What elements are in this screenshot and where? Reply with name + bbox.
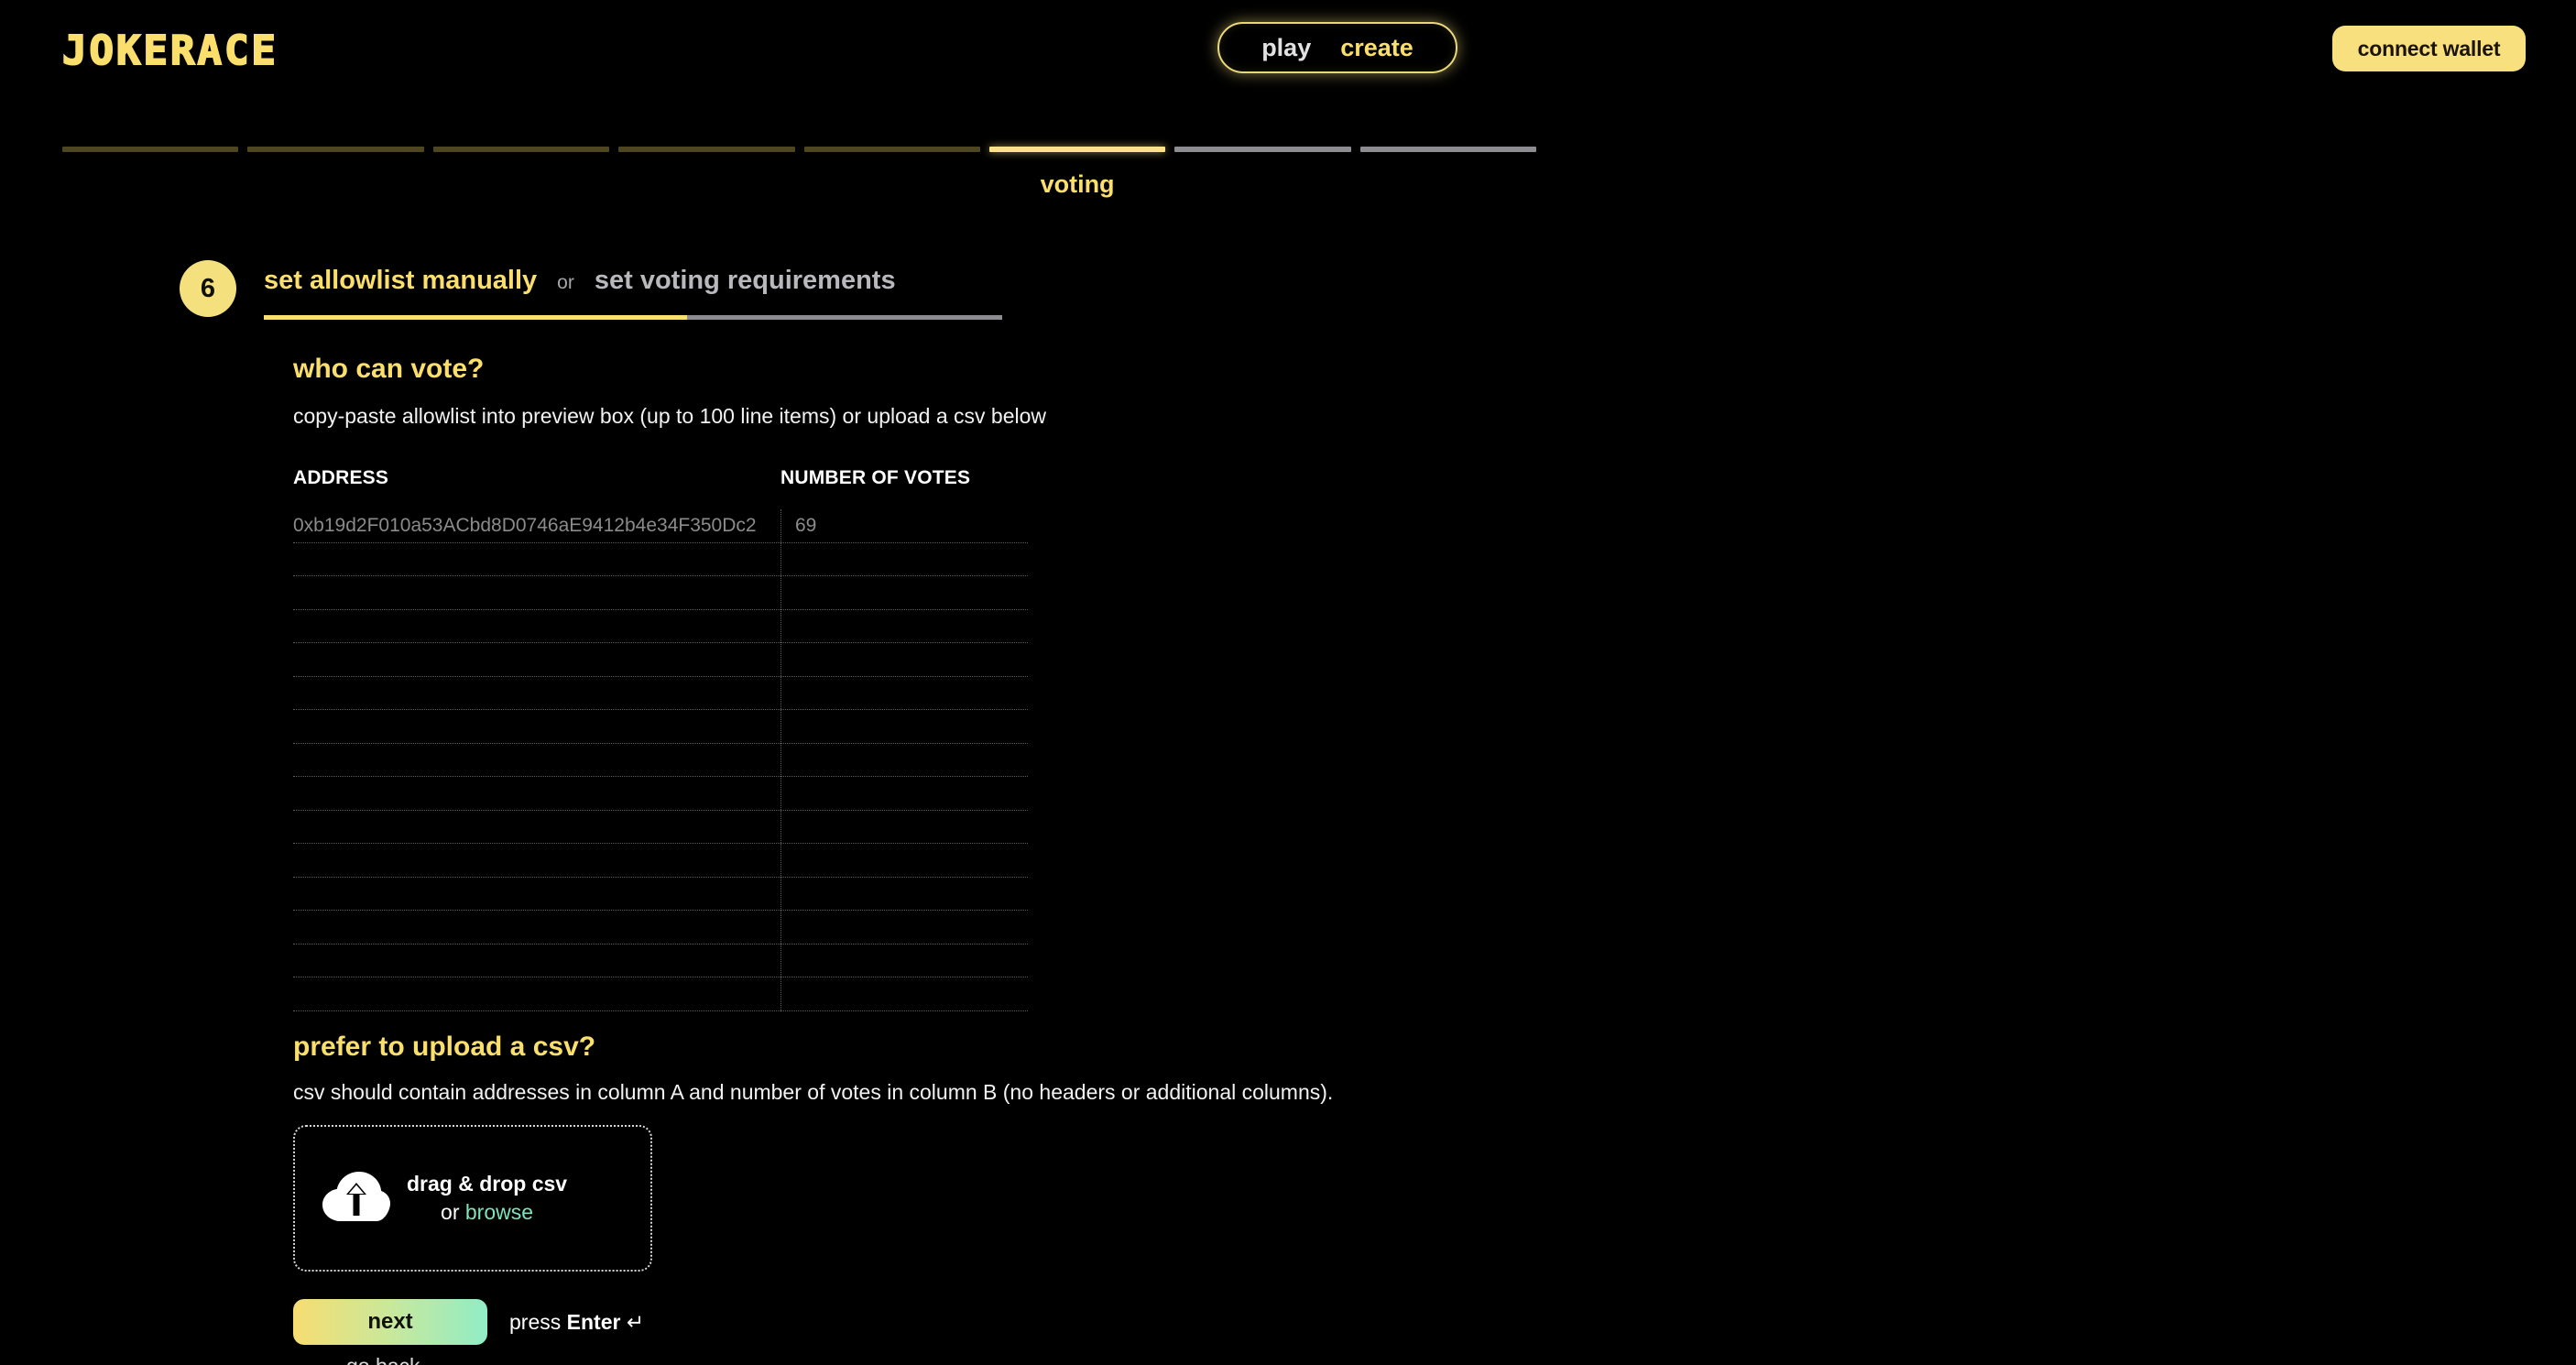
cell-address[interactable]	[293, 744, 780, 777]
csv-upload-section: prefer to upload a csv? csv should conta…	[293, 1033, 1576, 1105]
go-back-link[interactable]: go back	[346, 1354, 420, 1365]
dropzone-or-label: or	[441, 1200, 465, 1224]
app-header: JOKERACE play create connect wallet	[0, 0, 2576, 110]
table-row[interactable]: 0xb19d2F010a53ACbd8D0746aE9412b4e34F350D…	[293, 509, 1028, 543]
create-progress-bar: voting	[62, 147, 1536, 211]
csv-dropzone-text: drag & drop csv or browse	[407, 1170, 567, 1227]
table-row[interactable]	[293, 945, 1028, 977]
cell-address[interactable]	[293, 844, 780, 877]
cell-address[interactable]	[293, 945, 780, 977]
progress-segment-5[interactable]	[803, 147, 980, 152]
table-row[interactable]	[293, 911, 1028, 945]
table-row[interactable]	[293, 878, 1028, 911]
cell-number-of-votes[interactable]	[780, 878, 1028, 911]
jokerace-logo[interactable]: JOKERACE	[61, 27, 278, 75]
table-row[interactable]	[293, 777, 1028, 811]
cell-number-of-votes[interactable]	[780, 945, 1028, 977]
table-row[interactable]	[293, 643, 1028, 677]
nav-item-play[interactable]: play	[1261, 35, 1311, 60]
column-header-number-of-votes: NUMBER OF VOTES	[780, 467, 971, 488]
cell-address[interactable]	[293, 911, 780, 944]
allowlist-grid[interactable]: 0xb19d2F010a53ACbd8D0746aE9412b4e34F350D…	[293, 509, 1028, 1011]
cell-number-of-votes[interactable]	[780, 844, 1028, 877]
enter-return-glyph: ↵	[620, 1310, 645, 1334]
progress-segment-7[interactable]	[1174, 147, 1351, 152]
cell-number-of-votes[interactable]	[780, 677, 1028, 710]
cell-address[interactable]	[293, 811, 780, 844]
enter-hint-prefix: press	[509, 1310, 567, 1334]
cell-number-of-votes[interactable]	[780, 710, 1028, 743]
cell-address[interactable]	[293, 878, 780, 911]
tab-underline-track	[264, 315, 1002, 320]
dropzone-browse-line: or browse	[407, 1198, 567, 1227]
cell-number-of-votes[interactable]	[780, 643, 1028, 676]
cell-address[interactable]: 0xb19d2F010a53ACbd8D0746aE9412b4e34F350D…	[293, 509, 780, 542]
main-nav-pill: play create	[1217, 22, 1457, 73]
cell-address[interactable]	[293, 710, 780, 743]
cell-number-of-votes[interactable]: 69	[780, 509, 1028, 542]
cell-address[interactable]	[293, 543, 780, 576]
csv-dropzone[interactable]: drag & drop csv or browse	[293, 1125, 652, 1272]
cell-number-of-votes[interactable]	[780, 977, 1028, 1010]
progress-segment-1[interactable]	[62, 147, 239, 152]
csv-section-heading: prefer to upload a csv?	[293, 1032, 596, 1062]
table-row[interactable]	[293, 610, 1028, 643]
cell-address[interactable]	[293, 677, 780, 710]
csv-section-description: csv should contain addresses in column A…	[293, 1080, 1334, 1104]
cell-address[interactable]	[293, 977, 780, 1010]
progress-segment-6[interactable]	[988, 147, 1166, 152]
allowlist-table: ADDRESS NUMBER OF VOTES 0xb19d2F010a53AC…	[293, 467, 1028, 1011]
cell-number-of-votes[interactable]	[780, 610, 1028, 643]
cell-address[interactable]	[293, 610, 780, 643]
tab-set-voting-requirements[interactable]: set voting requirements	[595, 268, 896, 294]
cell-number-of-votes[interactable]	[780, 811, 1028, 844]
cell-number-of-votes[interactable]	[780, 576, 1028, 609]
cell-number-of-votes[interactable]	[780, 911, 1028, 944]
step-number-badge: 6	[180, 260, 236, 317]
page-subtitle: copy-paste allowlist into preview box (u…	[293, 404, 1047, 428]
table-row[interactable]	[293, 977, 1028, 1011]
cell-number-of-votes[interactable]	[780, 777, 1028, 810]
table-row[interactable]	[293, 576, 1028, 610]
table-row[interactable]	[293, 744, 1028, 777]
table-header-row: ADDRESS NUMBER OF VOTES	[293, 467, 1028, 506]
progress-segment-3[interactable]	[432, 147, 610, 152]
table-row[interactable]	[293, 543, 1028, 576]
table-row[interactable]	[293, 844, 1028, 878]
table-row[interactable]	[293, 811, 1028, 844]
nav-item-create[interactable]: create	[1340, 35, 1414, 60]
column-header-address: ADDRESS	[293, 467, 389, 488]
step-mode-tabs: set allowlist manually or set voting req…	[264, 268, 1002, 320]
cell-address[interactable]	[293, 643, 780, 676]
table-row[interactable]	[293, 710, 1028, 744]
tab-underline-inactive	[687, 315, 1002, 320]
page-title: who can vote?	[293, 354, 485, 384]
next-button[interactable]: next	[293, 1299, 487, 1345]
cell-number-of-votes[interactable]	[780, 744, 1028, 777]
cloud-upload-icon	[322, 1172, 390, 1225]
browse-link[interactable]: browse	[465, 1200, 533, 1224]
progress-segment-2[interactable]	[247, 147, 424, 152]
progress-segment-4[interactable]	[618, 147, 795, 152]
progress-segment-8[interactable]	[1359, 147, 1536, 152]
who-can-vote-section: who can vote? copy-paste allowlist into …	[293, 355, 1576, 431]
cell-address[interactable]	[293, 576, 780, 609]
press-enter-hint: press Enter ↵	[509, 1310, 644, 1335]
progress-current-label: voting	[1040, 170, 1115, 198]
tab-set-allowlist-manually[interactable]: set allowlist manually	[264, 268, 537, 294]
tab-separator-or: or	[557, 272, 574, 293]
tab-underline-active	[264, 315, 687, 320]
cell-address[interactable]	[293, 777, 780, 810]
connect-wallet-button[interactable]: connect wallet	[2332, 26, 2526, 71]
table-row[interactable]	[293, 677, 1028, 710]
cell-number-of-votes[interactable]	[780, 543, 1028, 576]
dropzone-title: drag & drop csv	[407, 1171, 568, 1196]
enter-key-label: Enter	[566, 1310, 621, 1334]
